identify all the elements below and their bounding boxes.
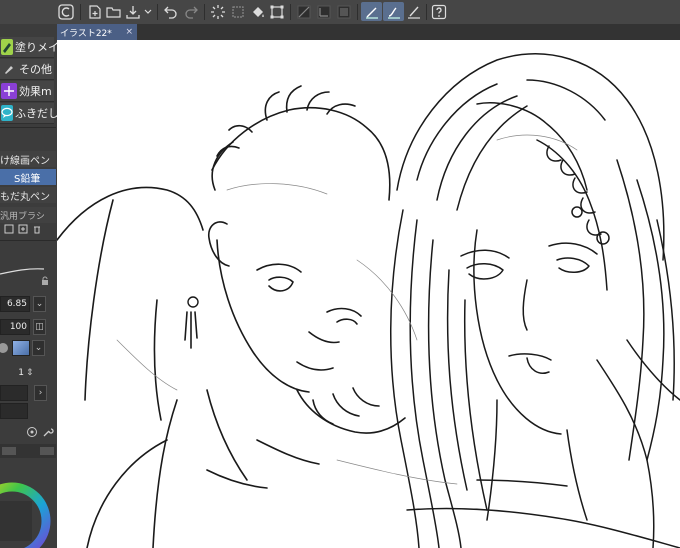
subtool-balloon[interactable]: ふきだし [0, 103, 57, 124]
opacity-icon[interactable]: ◫ [33, 319, 46, 335]
brush-item-selected[interactable]: S鉛筆 [0, 169, 56, 185]
clear-icon[interactable] [229, 2, 247, 21]
opacity-row: 100 ◫ [0, 318, 56, 336]
value-field[interactable] [0, 403, 28, 419]
tab-title: イラスト22* [60, 28, 112, 39]
redo-icon[interactable] [182, 2, 200, 21]
brush-label: け線画ペン [0, 155, 50, 167]
brush-label: 汎用ブラシ [0, 211, 45, 222]
color-panel-header [0, 444, 56, 458]
empty-row [0, 402, 56, 420]
trash-icon[interactable] [32, 224, 42, 237]
stabilization-row: 1 ⇕ [0, 364, 56, 382]
chevron-right-icon[interactable]: › [34, 385, 47, 401]
color-row: ⌄ [0, 339, 56, 357]
slider-row: › [0, 384, 56, 402]
color-dot[interactable] [0, 343, 8, 353]
save-icon[interactable] [124, 2, 142, 21]
chevron-down-icon[interactable]: ⌄ [32, 340, 45, 356]
app-icon[interactable] [56, 2, 76, 21]
subtool-fill-main[interactable]: 塗りメイ [0, 37, 57, 58]
canvas-tab-bar: イラスト22* × [57, 24, 680, 40]
brush-size-row: 6.85 ⌄ [0, 295, 56, 313]
lock-icon[interactable] [40, 276, 50, 289]
color-swatch[interactable] [12, 340, 30, 356]
brush-icon[interactable] [405, 2, 423, 21]
ruler-pen-icon[interactable] [361, 2, 382, 21]
brush-label: S鉛筆 [14, 173, 41, 185]
subtool-label: その他 [19, 63, 52, 76]
slider-field[interactable] [0, 385, 28, 401]
fill-icon[interactable] [249, 2, 267, 21]
wrench-icon[interactable] [42, 426, 54, 441]
tool-property-dock: 塗りメイ その他 効果m ふきだし け線画ペン S鉛筆 もだ丸ペン 汎用ブラシ [0, 24, 57, 548]
snap-range-icon[interactable] [315, 2, 333, 21]
chevron-down-icon[interactable]: ⌄ [33, 296, 46, 312]
snap-grid-icon[interactable] [335, 2, 353, 21]
duplicate-icon[interactable] [18, 224, 28, 237]
subtool-label: ふきだし [15, 107, 57, 120]
brush-size-field[interactable]: 6.85 [0, 296, 30, 312]
transform-icon[interactable] [268, 2, 286, 21]
undo-icon[interactable] [162, 2, 180, 21]
stabilization-field[interactable]: 1 [0, 366, 26, 380]
reset-tools [26, 426, 54, 441]
new-file-icon[interactable] [86, 2, 104, 21]
snap-off-icon[interactable] [295, 2, 313, 21]
sketch-artwork [57, 53, 680, 548]
brush-item[interactable]: け線画ペン [0, 151, 56, 167]
opacity-field[interactable]: 100 [0, 319, 30, 335]
subtool-label: 塗りメイ [15, 41, 57, 54]
open-folder-icon[interactable] [105, 2, 123, 21]
subtool-effect[interactable]: 効果m [0, 81, 54, 102]
main-toolbar [0, 0, 680, 25]
save-dropdown-icon[interactable] [143, 2, 153, 21]
help-icon[interactable] [430, 2, 448, 21]
tab-icon[interactable] [40, 447, 54, 455]
marker-icon [1, 39, 13, 55]
close-icon[interactable]: × [125, 27, 133, 37]
brush-label: もだ丸ペン [0, 191, 50, 203]
stabilize-icon[interactable] [383, 2, 404, 21]
subtool-other[interactable]: その他 [0, 59, 54, 80]
sparkle-icon [1, 83, 17, 99]
brush-item[interactable]: 汎用ブラシ [0, 207, 56, 223]
loading-icon[interactable] [209, 2, 227, 21]
subtool-label: 効果m [19, 85, 52, 98]
copy-icon[interactable] [4, 224, 14, 237]
settings-icon[interactable] [26, 426, 38, 441]
tab-icon[interactable] [2, 447, 16, 455]
color-wheel[interactable] [0, 479, 54, 548]
drawing-canvas[interactable] [57, 40, 680, 548]
list-actions [4, 224, 42, 237]
brush-item[interactable]: もだ丸ペン [0, 187, 56, 203]
tab-canvas[interactable]: イラスト22* × [57, 24, 137, 40]
stepper-icon[interactable]: ⇕ [26, 368, 34, 378]
pen-icon [1, 61, 17, 77]
speech-balloon-icon [1, 105, 13, 121]
